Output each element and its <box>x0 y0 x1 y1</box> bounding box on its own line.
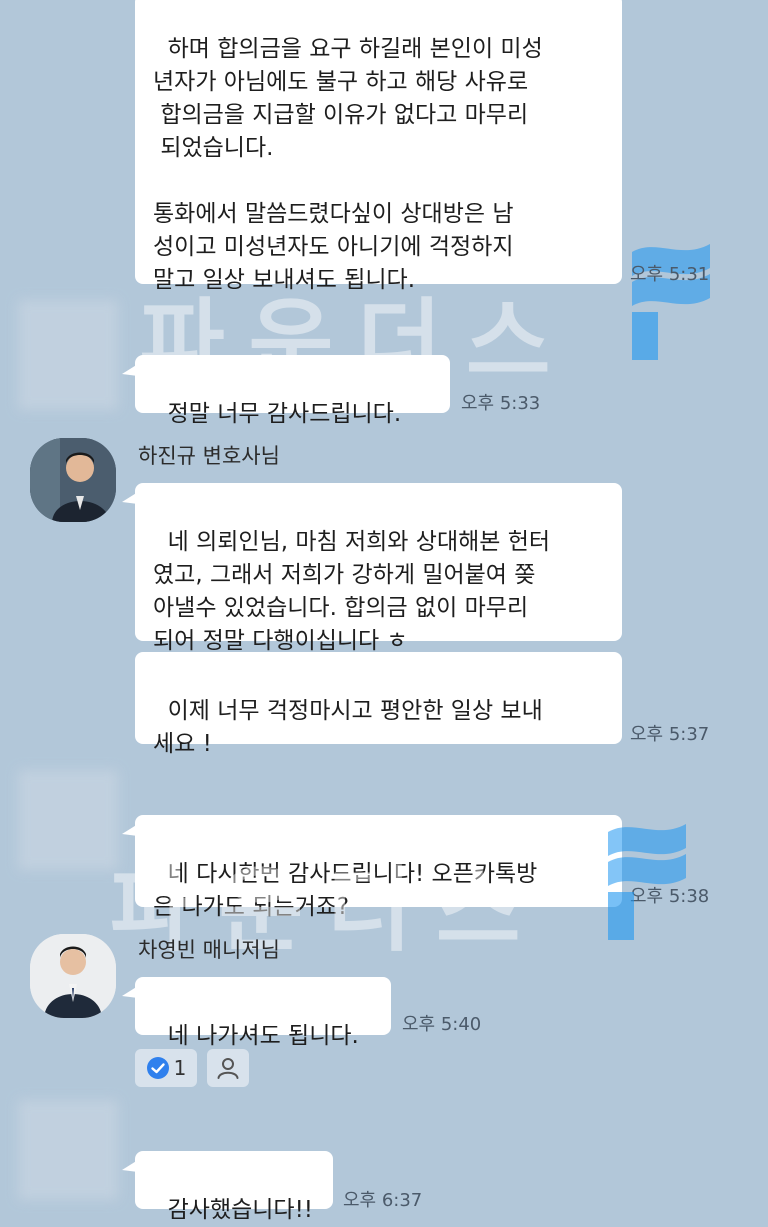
message-text: 네 의뢰인님, 마침 저희와 상대해본 헌터 였고, 그래서 저희가 강하게 밀… <box>153 529 551 654</box>
message-bubble: 네 의뢰인님, 마침 저희와 상대해본 헌터 였고, 그래서 저희가 강하게 밀… <box>122 483 622 654</box>
message-text: 감사했습니다!! <box>167 1197 314 1223</box>
sender-name: 하진규 변호사님 <box>138 444 280 468</box>
sender-name: 차영빈 매니저님 <box>138 938 280 962</box>
message-time: 오후 5:40 <box>402 1014 482 1035</box>
avatar-manager[interactable] <box>30 934 116 1018</box>
watermark-flag-icon <box>632 244 710 360</box>
message-text: 네 나가셔도 됩니다. <box>167 1023 359 1049</box>
message-time: 오후 5:38 <box>630 886 710 907</box>
message-text: 정말 너무 감사드립니다. <box>167 401 402 427</box>
reaction-check-button[interactable]: 1 <box>135 1049 197 1087</box>
reaction-count: 1 <box>173 1056 187 1080</box>
avatar-lawyer[interactable] <box>30 438 116 522</box>
blurred-avatar <box>18 1100 118 1200</box>
message-bubble: 하며 합의금을 요구 하길래 본인이 미성 년자가 아님에도 불구 하고 해당 … <box>135 0 622 293</box>
message-bubble: 이제 너무 걱정마시고 평안한 일상 보내 세요 ! <box>135 652 622 757</box>
message-time: 오후 5:37 <box>630 724 710 745</box>
message-bubble: 감사했습니다!! <box>122 1151 333 1223</box>
person-icon <box>217 1058 239 1079</box>
add-reaction-button[interactable] <box>207 1049 249 1087</box>
message-text: 네 다시한번 감사드립니다! 오픈카톡방 은 나가도 되는거죠? <box>153 861 538 920</box>
check-circle-icon <box>146 1057 169 1079</box>
manager-photo-icon <box>30 934 116 1018</box>
message-time: 오후 6:37 <box>343 1190 423 1211</box>
message-bubble: 정말 너무 감사드립니다. <box>122 355 450 427</box>
message-time: 오후 5:31 <box>630 264 710 285</box>
message-text: 이제 너무 걱정마시고 평안한 일상 보내 세요 ! <box>153 698 543 757</box>
blurred-avatar <box>18 300 118 410</box>
message-text: 하며 합의금을 요구 하길래 본인이 미성 년자가 아님에도 불구 하고 해당 … <box>153 36 543 293</box>
message-bubble: 네 다시한번 감사드립니다! 오픈카톡방 은 나가도 되는거죠? <box>122 815 622 920</box>
blurred-avatar <box>18 770 118 870</box>
lawyer-photo-icon <box>30 438 116 522</box>
message-bubble: 네 나가셔도 됩니다. <box>122 977 391 1049</box>
message-time: 오후 5:33 <box>461 393 541 414</box>
